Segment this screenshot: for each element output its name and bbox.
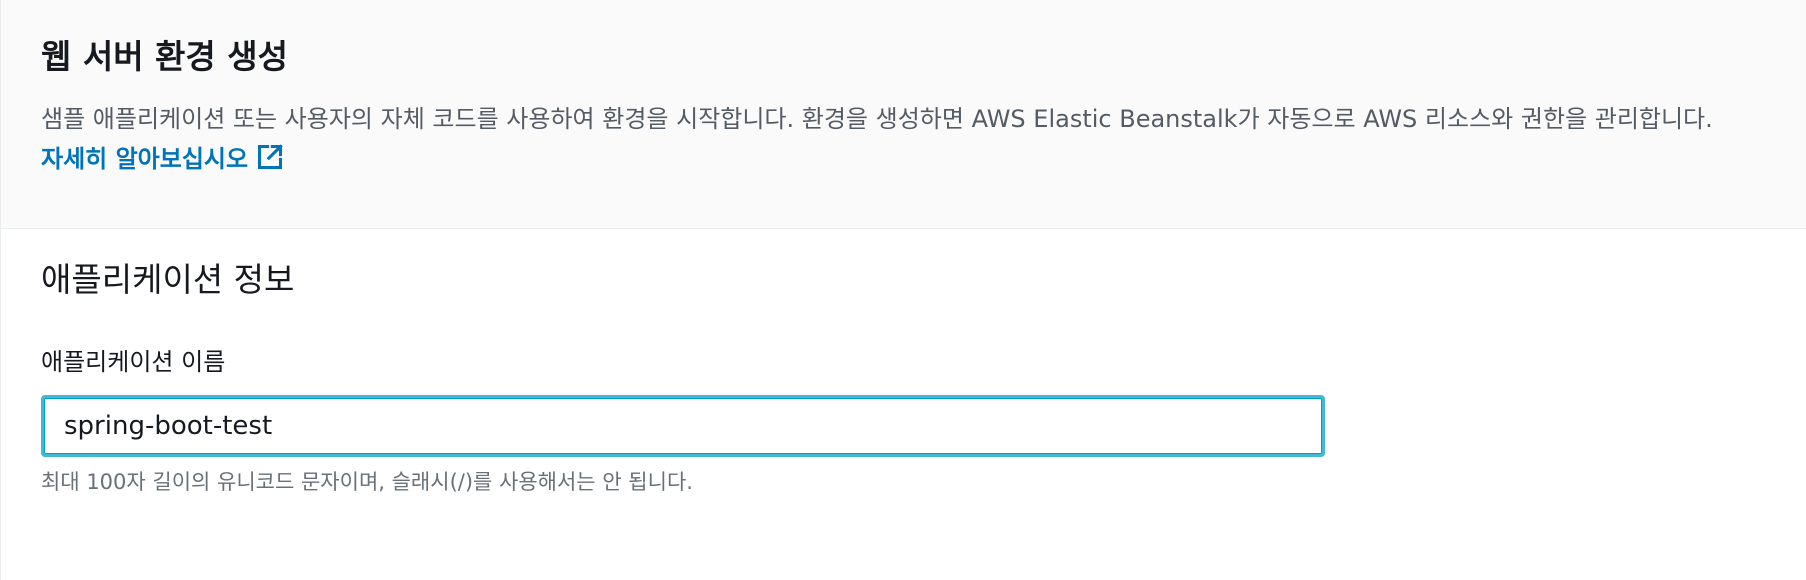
page-description: 샘플 애플리케이션 또는 사용자의 자체 코드를 사용하여 환경을 시작합니다.… (41, 99, 1766, 179)
page-title: 웹 서버 환경 생성 (41, 37, 288, 76)
learn-more-label: 자세히 알아보십시오 (41, 145, 249, 173)
description-text: 샘플 애플리케이션 또는 사용자의 자체 코드를 사용하여 환경을 시작합니다.… (41, 105, 1713, 133)
external-link-icon (258, 144, 283, 170)
application-name-input[interactable] (41, 395, 1325, 457)
learn-more-link[interactable]: 자세히 알아보십시오 (41, 144, 284, 173)
application-info-section: 애플리케이션 정보 애플리케이션 이름 최대 100자 길이의 유니코드 문자이… (1, 229, 1806, 497)
header-panel: 웹 서버 환경 생성 샘플 애플리케이션 또는 사용자의 자체 코드를 사용하여… (1, 0, 1806, 229)
create-environment-page: 웹 서버 환경 생성 샘플 애플리케이션 또는 사용자의 자체 코드를 사용하여… (0, 0, 1806, 580)
section-title: 애플리케이션 정보 (41, 260, 295, 299)
application-name-field: 애플리케이션 이름 최대 100자 길이의 유니코드 문자이며, 슬래시(/)를… (41, 345, 1766, 497)
application-name-constraint: 최대 100자 길이의 유니코드 문자이며, 슬래시(/)를 사용해서는 안 됩… (41, 470, 693, 494)
application-name-label: 애플리케이션 이름 (41, 348, 226, 376)
